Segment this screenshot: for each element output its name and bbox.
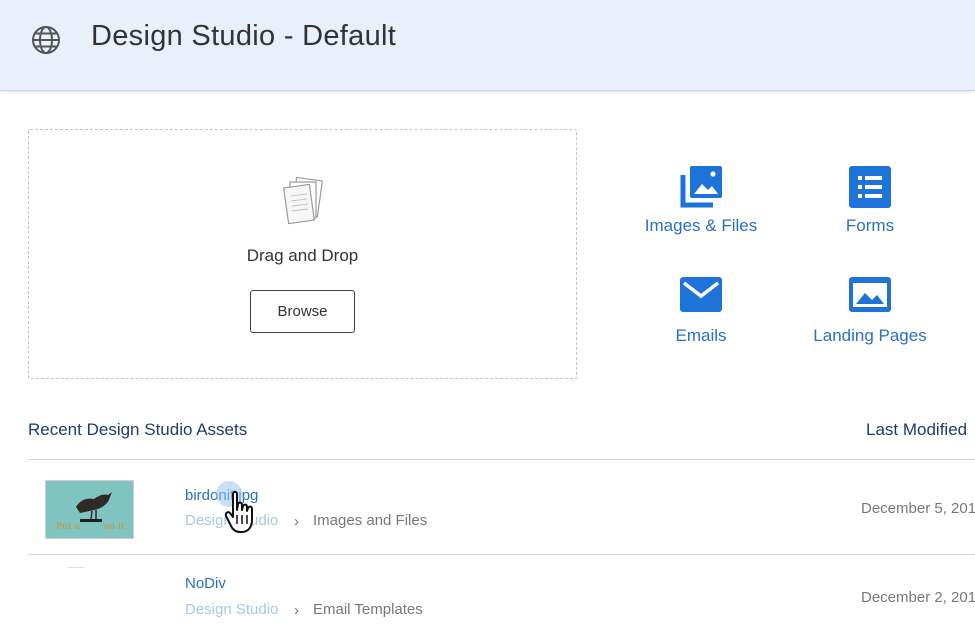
table-row[interactable]: NoDiv Design Studio › Email Templates De…: [28, 555, 975, 640]
tile-images-files-label: Images & Files: [644, 216, 758, 235]
breadcrumb-chevron: ›: [294, 602, 299, 619]
drag-and-drop-label: Drag and Drop: [246, 246, 359, 265]
breadcrumb-root[interactable]: Design Studio: [185, 601, 278, 618]
landing-page-icon: [849, 277, 891, 312]
breadcrumb-root[interactable]: Design Studio: [185, 512, 278, 529]
tile-forms-label: Forms: [845, 216, 895, 235]
tile-landing-pages[interactable]: Landing Pages: [805, 277, 935, 346]
asset-name-link[interactable]: NoDiv: [185, 575, 226, 592]
asset-thumbnail-placeholder: [68, 567, 84, 568]
svg-text:Put a: Put a: [56, 522, 80, 532]
tile-images-files[interactable]: Images & Files: [641, 166, 761, 236]
page-title: Design Studio - Default: [91, 20, 397, 52]
breadcrumb-leaf[interactable]: Images and Files: [313, 512, 427, 529]
images-files-icon: [680, 166, 722, 208]
forms-icon: [849, 166, 891, 208]
asset-thumbnail[interactable]: Put a on it: [45, 480, 134, 539]
last-modified-header[interactable]: Last Modified: [866, 420, 967, 440]
last-modified-date: December 2, 201: [861, 589, 975, 606]
recent-assets-title: Recent Design Studio Assets: [28, 420, 248, 439]
breadcrumb-leaf[interactable]: Email Templates: [313, 601, 423, 618]
globe-icon: [32, 26, 60, 54]
tile-landing-pages-label: Landing Pages: [813, 326, 927, 345]
tile-emails-label: Emails: [675, 326, 727, 345]
page-header: Design Studio - Default: [0, 0, 975, 91]
tile-emails[interactable]: Emails: [661, 277, 741, 346]
drop-zone[interactable]: Drag and Drop Browse: [28, 129, 577, 379]
documents-icon: [283, 176, 324, 225]
bird-image-icon: Put a on it: [46, 481, 133, 538]
asset-name-link[interactable]: birdonit.jpg: [185, 487, 258, 504]
email-icon: [680, 277, 722, 312]
breadcrumb-chevron: ›: [294, 513, 299, 530]
svg-text:on it: on it: [104, 522, 125, 532]
table-row[interactable]: Put a on it birdonit.jpg Design Studio ›…: [28, 460, 975, 550]
tile-forms[interactable]: Forms: [830, 166, 910, 236]
last-modified-date: December 5, 201: [861, 500, 975, 517]
browse-button[interactable]: Browse: [250, 290, 355, 333]
